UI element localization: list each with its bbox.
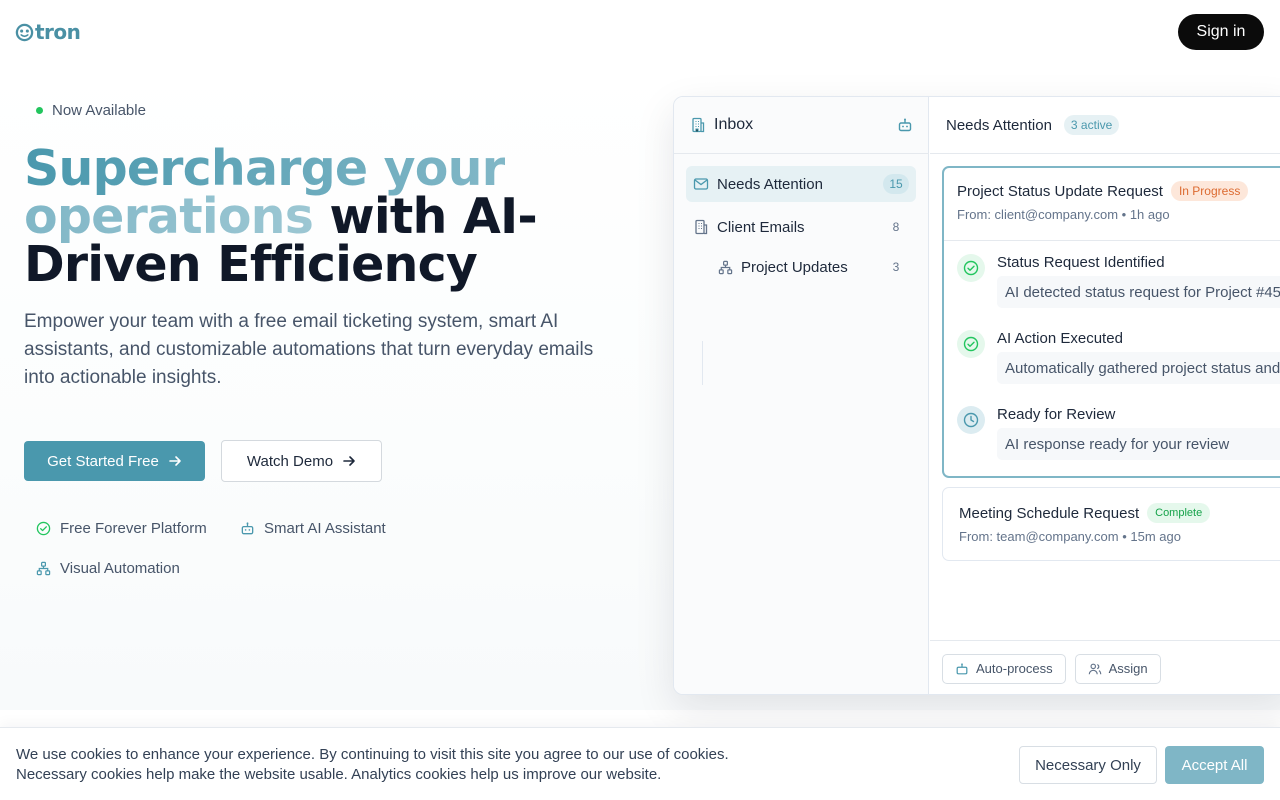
cookie-line: We use cookies to enhance your experienc…	[16, 746, 729, 763]
inbox-preview: Inbox Needs Attention 15 Client Emails 8	[673, 96, 1280, 695]
status-dot-icon	[36, 106, 43, 114]
active-count-badge: 3 active	[1063, 115, 1120, 135]
ticket-header: Project Status Update Request In Progres…	[944, 168, 1280, 241]
get-started-button[interactable]: Get Started Free	[24, 441, 205, 481]
check-circle-icon	[957, 254, 985, 282]
robot-icon[interactable]	[897, 117, 913, 133]
feature-label: Smart AI Assistant	[264, 519, 386, 537]
feature-label: Free Forever Platform	[60, 519, 207, 537]
step-title: Ready for Review	[997, 406, 1116, 423]
panel-title: Needs Attention	[946, 116, 1052, 134]
sidebar-item-client-emails[interactable]: Client Emails 8	[686, 209, 916, 245]
cookie-line: Necessary cookies help make the website …	[16, 766, 662, 783]
watch-demo-button[interactable]: Watch Demo	[221, 440, 382, 482]
ticket-actions: Auto-process Assign	[930, 640, 1280, 694]
availability-text: Now Available	[52, 101, 146, 119]
ticket-card[interactable]: Meeting Schedule Request Complete From: …	[942, 487, 1280, 561]
hero-headline: Supercharge your operations with AI-Driv…	[24, 144, 624, 289]
status-badge: In Progress	[1170, 181, 1249, 201]
mail-icon	[693, 176, 709, 192]
sidebar-item-project-updates[interactable]: Project Updates 3	[711, 249, 916, 285]
users-icon	[1088, 662, 1102, 676]
ticket-title: Meeting Schedule Request	[959, 504, 1140, 522]
step-detail: AI detected status request for Project #…	[997, 276, 1280, 308]
sidebar-item-label: Project Updates	[741, 258, 848, 276]
necessary-only-button[interactable]: Necessary Only	[1019, 746, 1157, 784]
building-icon	[690, 117, 706, 133]
step-title: Status Request Identified	[997, 254, 1165, 271]
arrow-right-icon	[168, 454, 182, 468]
cookie-banner: We use cookies to enhance your experienc…	[0, 727, 1280, 800]
step-title: AI Action Executed	[997, 330, 1123, 347]
sidebar-item-needs-attention[interactable]: Needs Attention 15	[686, 166, 916, 202]
cookie-message: We use cookies to enhance your experienc…	[16, 745, 729, 785]
logo[interactable]: tron	[15, 20, 81, 44]
count-badge: 3	[892, 260, 900, 274]
get-started-label: Get Started Free	[47, 452, 159, 470]
check-circle-icon	[36, 521, 51, 536]
feature-free-platform: Free Forever Platform	[24, 513, 219, 543]
assign-label: Assign	[1108, 661, 1148, 676]
inbox-header: Inbox	[674, 97, 929, 154]
accept-all-button[interactable]: Accept All	[1165, 746, 1264, 784]
step-detail: AI response ready for your review	[997, 428, 1280, 460]
count-badge: 15	[883, 174, 909, 194]
feature-smart-ai: Smart AI Assistant	[228, 513, 398, 543]
workflow-icon	[718, 260, 733, 275]
ticket-panel: Needs Attention 3 active Project Status …	[930, 97, 1280, 694]
auto-process-label: Auto-process	[976, 661, 1053, 676]
ticket-sender: From: client@company.com • 1h ago	[957, 207, 1170, 222]
availability-badge: Now Available	[24, 96, 158, 124]
logo-text: tron	[35, 20, 81, 44]
ticket-sender: From: team@company.com • 15m ago	[959, 529, 1181, 544]
tree-connector	[702, 341, 703, 385]
check-circle-icon	[957, 330, 985, 358]
sidebar-item-label: Needs Attention	[717, 175, 823, 193]
robot-icon	[955, 662, 969, 676]
sign-in-button[interactable]: Sign in	[1178, 14, 1264, 50]
inbox-sidebar: Inbox Needs Attention 15 Client Emails 8	[674, 97, 929, 694]
inbox-title: Inbox	[714, 116, 754, 133]
step-detail: Automatically gathered project status an…	[997, 352, 1280, 384]
count-badge: 8	[892, 220, 900, 234]
assign-button[interactable]: Assign	[1074, 653, 1161, 684]
workflow-icon	[36, 561, 51, 576]
ticket-title: Project Status Update Request	[957, 182, 1163, 200]
arrow-right-icon	[342, 454, 356, 468]
building-icon	[693, 219, 709, 235]
ticket-card[interactable]: Project Status Update Request In Progres…	[942, 166, 1280, 478]
watch-demo-label: Watch Demo	[246, 452, 334, 470]
clock-icon	[957, 406, 985, 434]
robot-logo-icon	[15, 23, 34, 42]
auto-process-button[interactable]: Auto-process	[942, 653, 1066, 684]
sidebar-item-label: Client Emails	[717, 218, 805, 236]
robot-icon	[240, 521, 255, 536]
status-badge: Complete	[1147, 503, 1211, 523]
ticket-panel-header: Needs Attention 3 active	[930, 97, 1280, 154]
feature-visual-automation: Visual Automation	[24, 553, 192, 583]
hero-subtitle: Empower your team with a free email tick…	[24, 311, 594, 388]
feature-label: Visual Automation	[60, 559, 180, 577]
